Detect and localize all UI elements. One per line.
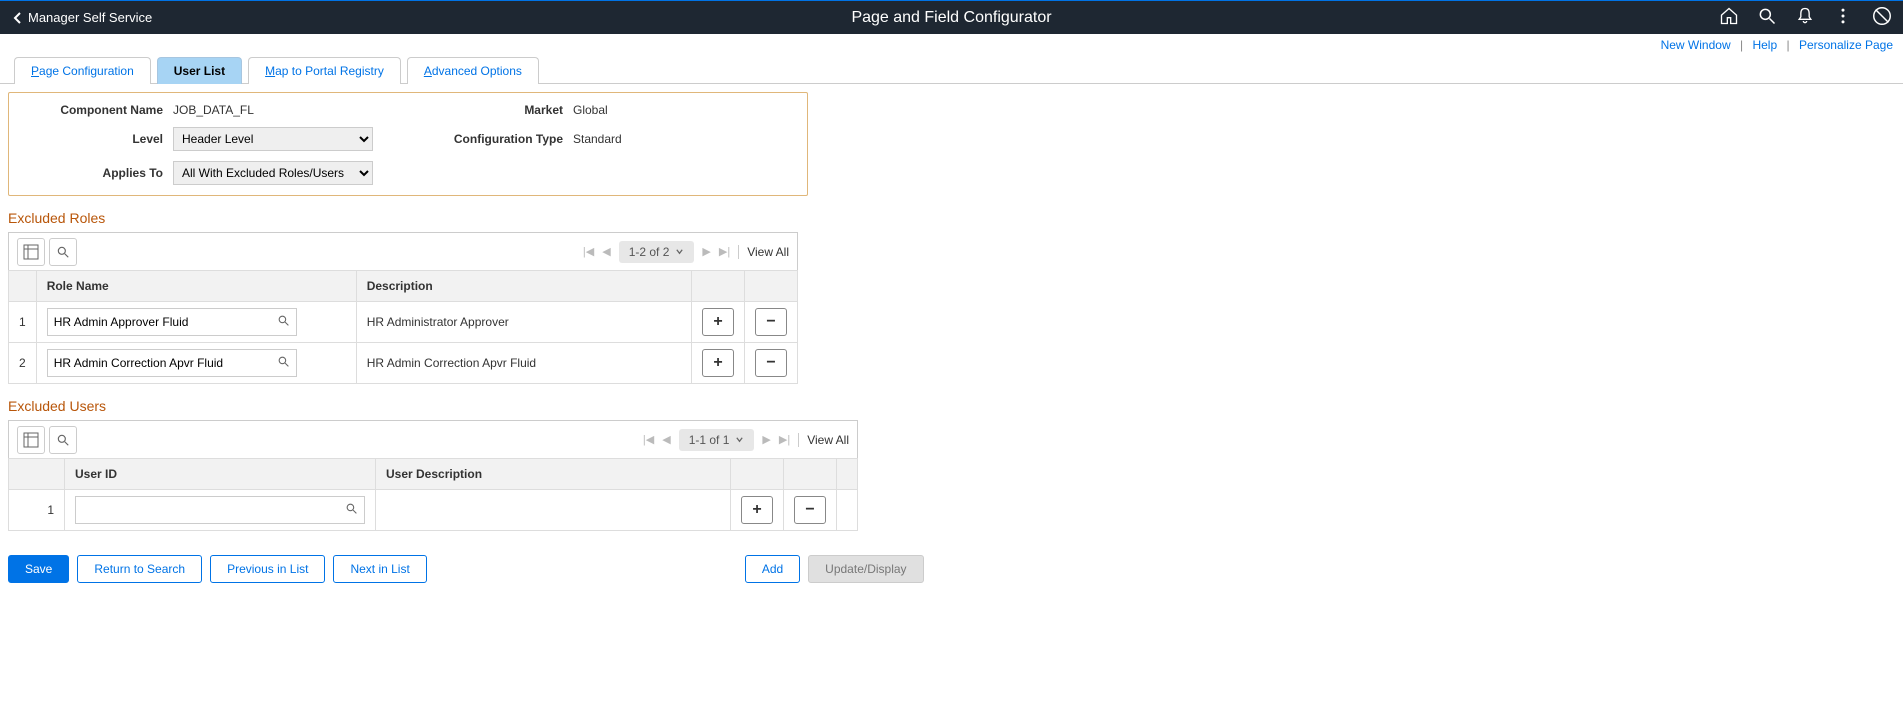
table-row: 2 HR Admin Correction Apvr Fluid + − (9, 343, 798, 384)
grid-toolbar-users: |◀ ◀ 1-1 of 1 ▶ ▶| View All (8, 420, 858, 458)
grid-toolbar-roles: |◀ ◀ 1-2 of 2 ▶ ▶| View All (8, 232, 798, 270)
nav-icon[interactable] (1871, 5, 1893, 30)
view-all-users[interactable]: View All (798, 433, 849, 447)
heading-excluded-roles: Excluded Roles (8, 210, 1903, 226)
chevron-left-icon (12, 11, 22, 25)
back-label: Manager Self Service (28, 10, 152, 25)
col-role-desc: Description (356, 271, 691, 302)
footer-actions: Save Return to Search Previous in List N… (8, 555, 1895, 583)
page-title: Page and Field Configurator (851, 9, 1051, 27)
top-links-bar: New Window | Help | Personalize Page (0, 34, 1903, 54)
lookup-icon[interactable] (277, 355, 290, 371)
lookup-icon[interactable] (345, 502, 358, 518)
role-name-input[interactable] (47, 349, 297, 377)
help-link[interactable]: Help (1752, 38, 1777, 52)
save-button[interactable]: Save (8, 555, 69, 583)
last-page-icon[interactable]: ▶| (719, 245, 730, 258)
next-page-icon[interactable]: ▶ (762, 433, 770, 446)
chevron-down-icon (735, 435, 744, 444)
search-icon[interactable] (1757, 6, 1777, 29)
user-id-input[interactable] (75, 496, 365, 524)
next-page-icon[interactable]: ▶ (702, 245, 710, 258)
previous-in-list-button[interactable]: Previous in List (210, 555, 325, 583)
first-page-icon[interactable]: |◀ (583, 245, 594, 258)
label-market: Market (393, 103, 573, 117)
value-market: Global (573, 103, 608, 117)
add-button[interactable]: Add (745, 555, 800, 583)
add-row-button[interactable]: + (741, 496, 773, 524)
label-level: Level (23, 132, 173, 146)
update-display-button[interactable]: Update/Display (808, 555, 923, 583)
col-role-name: Role Name (36, 271, 356, 302)
prev-page-icon[interactable]: ◀ (662, 433, 670, 446)
tab-user-list[interactable]: User List (157, 57, 242, 84)
prev-page-icon[interactable]: ◀ (602, 245, 610, 258)
delete-row-button[interactable]: − (755, 308, 787, 336)
notifications-icon[interactable] (1795, 6, 1815, 29)
home-icon[interactable] (1719, 6, 1739, 29)
grid-excluded-roles: |◀ ◀ 1-2 of 2 ▶ ▶| View All Role Name De… (8, 232, 798, 384)
label-component-name: Component Name (23, 103, 173, 117)
first-page-icon[interactable]: |◀ (643, 433, 654, 446)
find-icon[interactable] (49, 238, 77, 266)
tab-map-portal[interactable]: Map to Portal Registry (248, 57, 401, 84)
header-icon-group (1719, 5, 1903, 30)
page-counter-roles[interactable]: 1-2 of 2 (619, 241, 695, 263)
back-button[interactable]: Manager Self Service (0, 10, 164, 25)
select-applies-to[interactable]: All With Excluded Roles/Users (173, 161, 373, 185)
chevron-down-icon (675, 247, 684, 256)
add-row-button[interactable]: + (702, 308, 734, 336)
delete-row-button[interactable]: − (794, 496, 826, 524)
delete-row-button[interactable]: − (755, 349, 787, 377)
tab-advanced-options[interactable]: Advanced Options (407, 57, 539, 84)
table-row: 1 HR Administrator Approver + − (9, 302, 798, 343)
heading-excluded-users: Excluded Users (8, 398, 1903, 414)
next-in-list-button[interactable]: Next in List (333, 555, 426, 583)
col-user-id: User ID (65, 459, 376, 490)
component-info-box: Component Name JOB_DATA_FL Market Global… (8, 92, 808, 196)
value-component-name: JOB_DATA_FL (173, 103, 254, 117)
lookup-icon[interactable] (277, 314, 290, 330)
last-page-icon[interactable]: ▶| (779, 433, 790, 446)
page-counter-users[interactable]: 1-1 of 1 (679, 429, 755, 451)
label-config-type: Configuration Type (393, 132, 573, 146)
personalize-grid-icon[interactable] (17, 238, 45, 266)
app-header: Manager Self Service Page and Field Conf… (0, 0, 1903, 34)
role-name-input[interactable] (47, 308, 297, 336)
table-row: 1 + − (9, 490, 858, 531)
select-level[interactable]: Header Level (173, 127, 373, 151)
grid-excluded-users: |◀ ◀ 1-1 of 1 ▶ ▶| View All User ID User… (8, 420, 858, 531)
personalize-link[interactable]: Personalize Page (1799, 38, 1893, 52)
return-search-button[interactable]: Return to Search (77, 555, 202, 583)
tabs: Page Configuration User List Map to Port… (0, 56, 1903, 84)
col-user-desc: User Description (376, 459, 731, 490)
view-all-roles[interactable]: View All (738, 245, 789, 259)
label-applies-to: Applies To (23, 166, 173, 180)
personalize-grid-icon[interactable] (17, 426, 45, 454)
value-config-type: Standard (573, 132, 622, 146)
tab-page-configuration[interactable]: Page Configuration (14, 57, 151, 84)
add-row-button[interactable]: + (702, 349, 734, 377)
actions-menu-icon[interactable] (1833, 6, 1853, 29)
find-icon[interactable] (49, 426, 77, 454)
new-window-link[interactable]: New Window (1661, 38, 1731, 52)
